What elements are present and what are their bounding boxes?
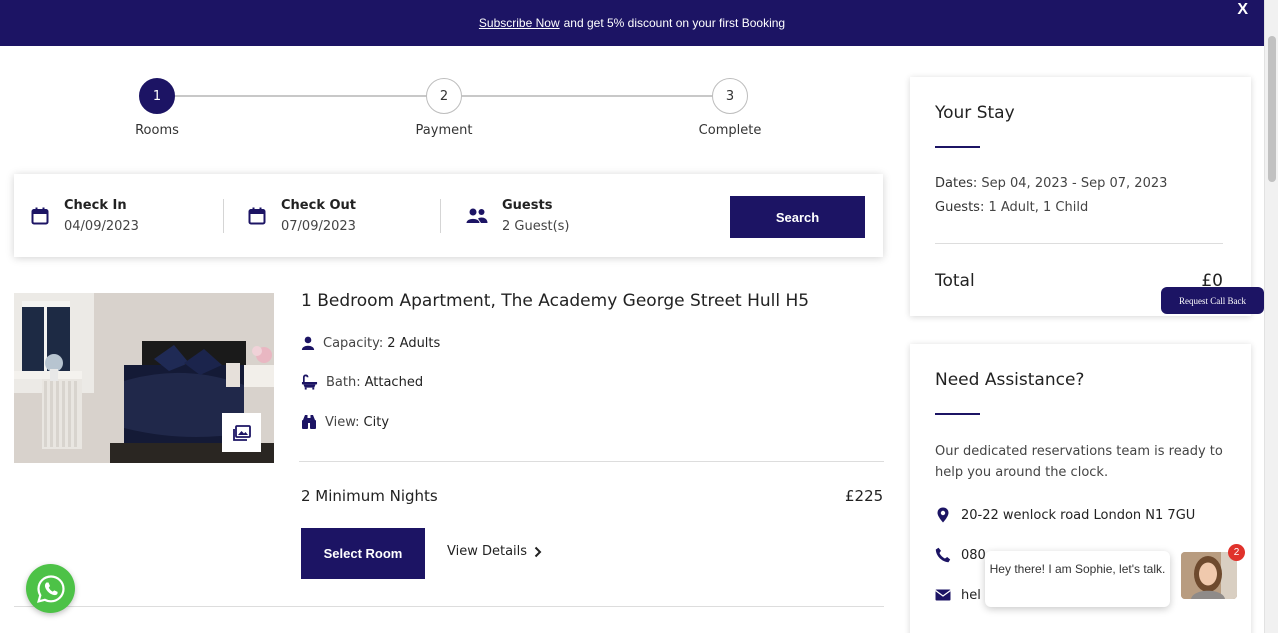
contact-address: 20-22 wenlock road London N1 7GU (935, 507, 1195, 523)
step-complete: 3 Complete (685, 78, 775, 138)
booking-stepper: 1 Rooms 2 Payment 3 Complete (110, 78, 810, 148)
request-call-back-button[interactable]: Request Call Back (1161, 287, 1264, 314)
divider (440, 199, 441, 233)
step-rooms: 1 Rooms (112, 78, 202, 138)
view-details-label: View Details (447, 544, 528, 559)
stepper-line (175, 95, 430, 97)
scrollbar[interactable] (1264, 0, 1278, 633)
room-bath: Bath: Attached (301, 374, 423, 390)
assistance-text: Our dedicated reservations team is ready… (935, 444, 1223, 480)
phone-text: 080 (961, 547, 986, 563)
divider (14, 606, 884, 607)
whatsapp-button[interactable] (26, 564, 75, 613)
stepper-line (462, 95, 716, 97)
capacity-label: Capacity: (323, 335, 384, 351)
gallery-button[interactable] (222, 413, 261, 452)
capacity-value: 2 Adults (387, 335, 441, 351)
map-pin-icon (937, 507, 949, 523)
address-text: 20-22 wenlock road London N1 7GU (961, 507, 1196, 523)
select-room-button[interactable]: Select Room (301, 528, 425, 579)
room-capacity: Capacity: 2 Adults (301, 335, 440, 351)
check-in-field[interactable]: Check In 04/09/2023 (30, 198, 139, 234)
stay-guests: Guests: 1 Adult, 1 Child (935, 200, 1088, 215)
check-out-value: 07/09/2023 (281, 219, 356, 234)
check-in-label: Check In (64, 198, 127, 213)
view-details-link[interactable]: View Details (447, 544, 543, 559)
divider (935, 243, 1223, 244)
room-view: View: City (301, 414, 389, 430)
step-number: 2 (426, 78, 462, 114)
search-bar: Check In 04/09/2023 Check Out 07/09/2023… (14, 174, 883, 257)
gallery-icon (232, 424, 251, 441)
dates-label: Dates: (935, 176, 978, 191)
whatsapp-icon (36, 574, 65, 603)
guests-label: Guests: (935, 200, 985, 215)
avatar (1181, 552, 1237, 599)
divider (299, 461, 884, 462)
promo-banner: Subscribe Now and get 5% discount on you… (0, 0, 1264, 46)
stay-dates: Dates: Sep 04, 2023 - Sep 07, 2023 (935, 176, 1167, 191)
guests-field[interactable]: Guests 2 Guest(s) (466, 198, 570, 234)
divider (223, 199, 224, 233)
contact-phone[interactable]: 080 (935, 547, 986, 563)
email-text: hel (961, 587, 981, 603)
chevron-right-icon (534, 546, 542, 557)
chat-agent-avatar[interactable] (1181, 552, 1237, 599)
dates-value: Sep 04, 2023 - Sep 07, 2023 (981, 176, 1168, 191)
calendar-icon (31, 207, 49, 225)
search-button[interactable]: Search (730, 196, 865, 238)
banner-text: and get 5% discount on your first Bookin… (563, 16, 786, 30)
step-label: Complete (698, 123, 762, 138)
total-label: Total (935, 271, 975, 291)
bath-label: Bath: (326, 374, 361, 390)
view-value: City (363, 414, 390, 430)
bath-value: Attached (364, 374, 424, 390)
step-number: 1 (139, 78, 175, 114)
users-icon (466, 208, 488, 223)
guests-label: Guests (502, 198, 553, 213)
bath-icon (301, 374, 318, 390)
room-price: £225 (845, 487, 884, 505)
binoculars-icon (302, 415, 316, 429)
calendar-icon (248, 207, 266, 225)
contact-email[interactable]: hel (935, 587, 981, 603)
scrollbar-thumb[interactable] (1268, 36, 1276, 182)
step-payment: 2 Payment (399, 78, 489, 138)
user-icon (301, 336, 315, 350)
phone-icon (935, 547, 951, 563)
check-out-label: Check Out (281, 198, 357, 213)
check-out-field[interactable]: Check Out 07/09/2023 (247, 198, 356, 234)
room-title: 1 Bedroom Apartment, The Academy George … (301, 291, 810, 311)
title-underline (935, 146, 980, 148)
chat-unread-badge: 2 (1228, 544, 1245, 561)
mail-icon (935, 589, 951, 601)
chat-message-bubble[interactable]: Hey there! I am Sophie, let's talk. (985, 551, 1170, 607)
check-in-value: 04/09/2023 (64, 219, 139, 234)
assistance-title: Need Assistance? (935, 370, 1085, 390)
step-label: Rooms (135, 123, 179, 138)
step-number: 3 (712, 78, 748, 114)
view-label: View: (325, 414, 360, 430)
step-label: Payment (415, 123, 473, 138)
minimum-nights: 2 Minimum Nights (301, 487, 438, 505)
subscribe-link[interactable]: Subscribe Now (479, 16, 560, 30)
title-underline (935, 413, 980, 415)
guests-value: 1 Adult, 1 Child (988, 200, 1089, 215)
guests-value: 2 Guest(s) (502, 219, 570, 234)
your-stay-panel: Your Stay Dates: Sep 04, 2023 - Sep 07, … (910, 77, 1251, 316)
your-stay-title: Your Stay (935, 103, 1015, 123)
banner-close-button[interactable]: X (1237, 1, 1248, 19)
